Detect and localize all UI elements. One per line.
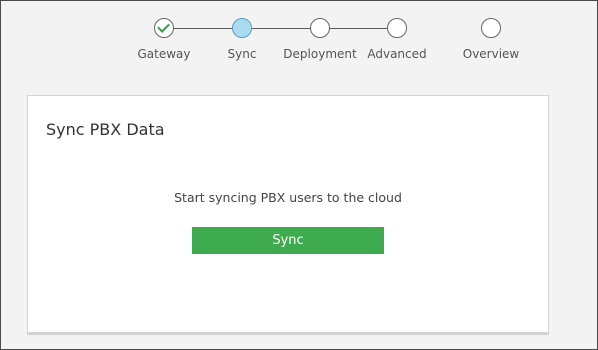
step-label: Overview [462,47,520,61]
step-label: Advanced [367,47,427,61]
card-title: Sync PBX Data [46,120,165,139]
window-frame: Gateway Sync Deployment Advanced Overvie… [0,0,598,350]
step-pending-indicator [387,18,407,38]
wizard-stepper: Gateway Sync Deployment Advanced Overvie… [1,1,598,81]
sync-pbx-card: Sync PBX Data Start syncing PBX users to… [27,95,549,335]
step-overview[interactable]: Overview [441,18,541,61]
sync-message: Start syncing PBX users to the cloud [174,190,402,205]
step-pending-indicator [481,18,501,38]
check-icon [157,20,170,33]
step-active-indicator [232,18,252,38]
step-pending-indicator [310,18,330,38]
step-completed-indicator [154,18,174,38]
step-advanced[interactable]: Advanced [347,18,447,61]
sync-button[interactable]: Sync [192,227,384,254]
